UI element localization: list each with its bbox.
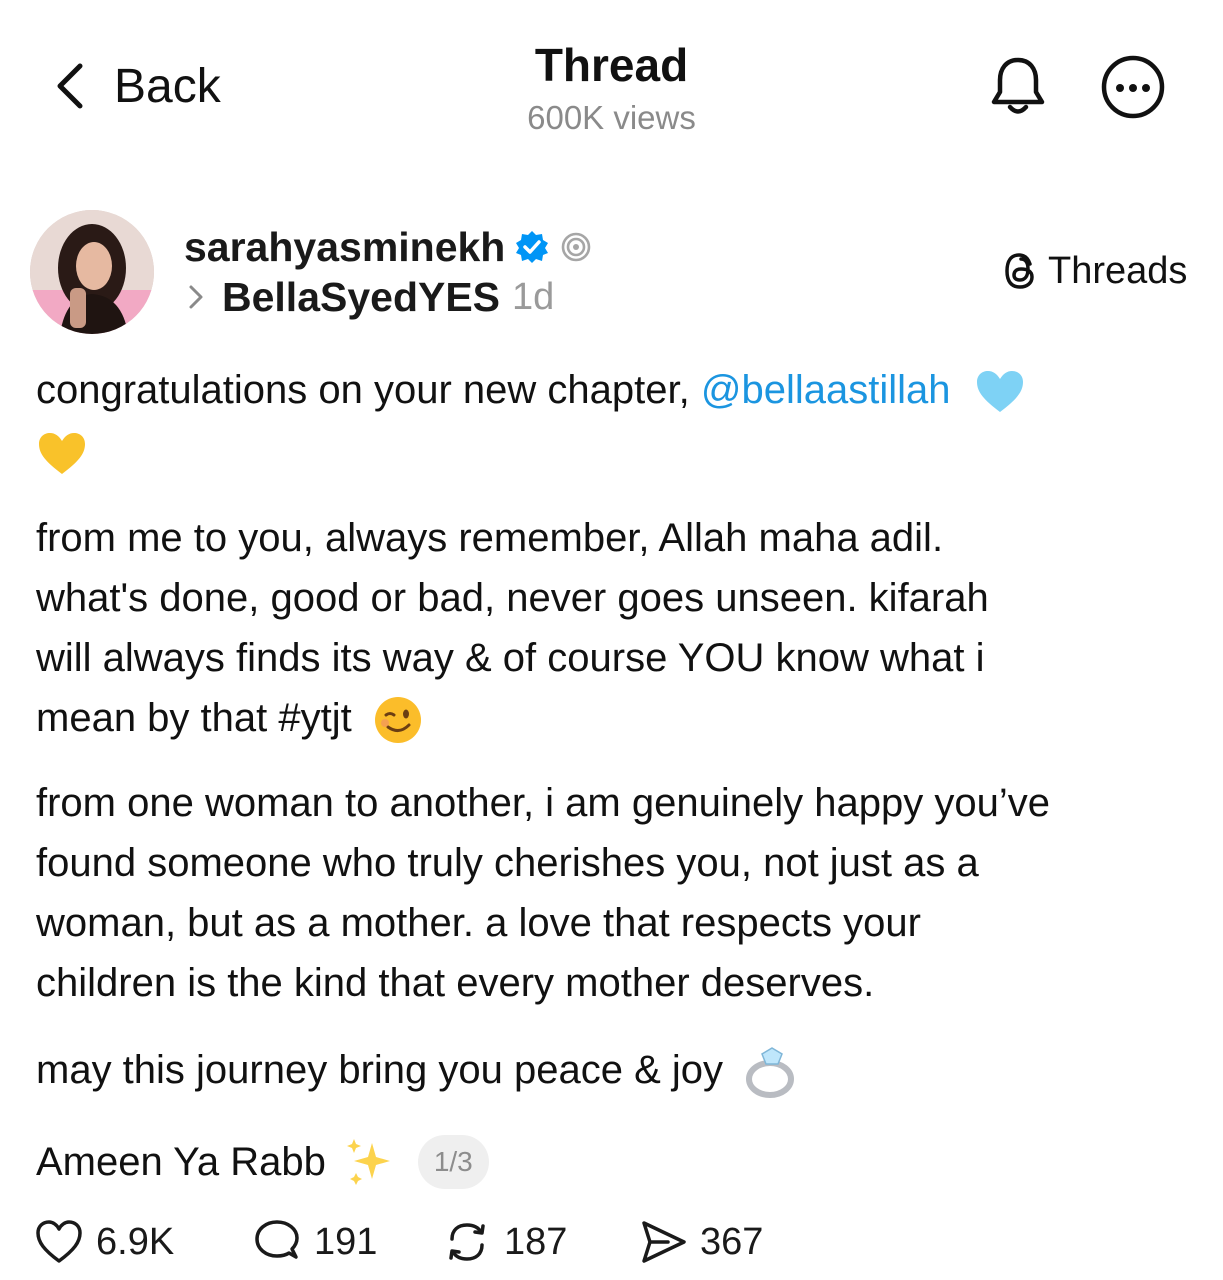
more-options-icon[interactable]: [1100, 54, 1166, 120]
carousel-page-indicator: 1/3: [417, 1135, 489, 1189]
share-button[interactable]: 367: [638, 1212, 763, 1272]
reply-to-username[interactable]: BellaSyedYES: [222, 274, 500, 321]
post-line: found someone who truly cherishes you, n…: [36, 841, 979, 885]
reply-button[interactable]: 191: [252, 1212, 377, 1272]
post-line: from one woman to another, i am genuinel…: [36, 781, 1050, 825]
post-line: will always finds its way & of course YO…: [36, 636, 985, 680]
bell-icon[interactable]: [988, 54, 1048, 118]
like-count: 6.9K: [96, 1220, 175, 1263]
post-text: congratulations on your new chapter,: [36, 368, 701, 412]
reply-count: 191: [314, 1220, 378, 1263]
post-line: what's done, good or bad, never goes uns…: [36, 576, 989, 620]
aura-icon: [562, 232, 591, 262]
top-bar: Back Thread 600K views: [0, 0, 1223, 150]
heart-icon: [36, 1220, 82, 1263]
repost-count: 187: [504, 1220, 568, 1263]
winking-face-emoji-icon: [374, 697, 421, 744]
post-paragraph-3: from one woman to another, i am genuinel…: [36, 773, 1196, 1013]
repost-button[interactable]: 187: [442, 1212, 567, 1272]
like-button[interactable]: 6.9K: [34, 1212, 174, 1272]
author-username[interactable]: sarahyasminekh: [184, 224, 505, 271]
post-text: Ameen Ya Rabb: [36, 1140, 326, 1184]
verified-badge-icon: [516, 231, 549, 263]
chevron-right-icon: [189, 285, 203, 309]
post-paragraph-4: may this journey bring you peace & joy: [36, 1040, 1196, 1100]
post-line: may this journey bring you peace & joy: [36, 1040, 1196, 1100]
threads-label: Threads: [1048, 249, 1188, 292]
repost-icon: [449, 1223, 485, 1261]
post-line: mean by that #ytjt: [36, 688, 1196, 748]
post-line: congratulations on your new chapter, @be…: [36, 360, 1196, 420]
post-paragraph-1: congratulations on your new chapter, @be…: [36, 360, 1196, 482]
avatar-image: [30, 210, 154, 334]
threads-source-badge[interactable]: Threads: [1002, 248, 1187, 294]
post-paragraph-5: Ameen Ya Rabb 1/3: [36, 1132, 1196, 1192]
light-blue-heart-emoji-icon: [976, 371, 1023, 413]
avatar[interactable]: [30, 210, 154, 334]
post-text: may this journey bring you peace & joy: [36, 1048, 724, 1092]
post-line: woman, but as a mother. a love that resp…: [36, 901, 921, 945]
author-username-row: sarahyasminekh: [184, 222, 593, 272]
threads-logo-icon: [1005, 253, 1034, 289]
post-line: [36, 422, 1196, 482]
yellow-heart-emoji-icon: [39, 433, 85, 475]
mention-link[interactable]: @bellaastillah: [701, 368, 951, 412]
post-paragraph-2: from me to you, always remember, Allah m…: [36, 508, 1196, 748]
post-line: children is the kind that every mother d…: [36, 961, 875, 1005]
post-line: from me to you, always remember, Allah m…: [36, 516, 944, 560]
comment-icon: [255, 1220, 299, 1259]
sparkles-emoji-icon: [346, 1139, 390, 1185]
ring-emoji-icon: [746, 1047, 795, 1099]
share-count: 367: [700, 1220, 764, 1263]
reply-context: BellaSyedYES 1d: [186, 272, 554, 322]
post-text: mean by that #ytjt: [36, 696, 352, 740]
share-icon: [642, 1221, 686, 1263]
post-timestamp: 1d: [512, 275, 555, 318]
